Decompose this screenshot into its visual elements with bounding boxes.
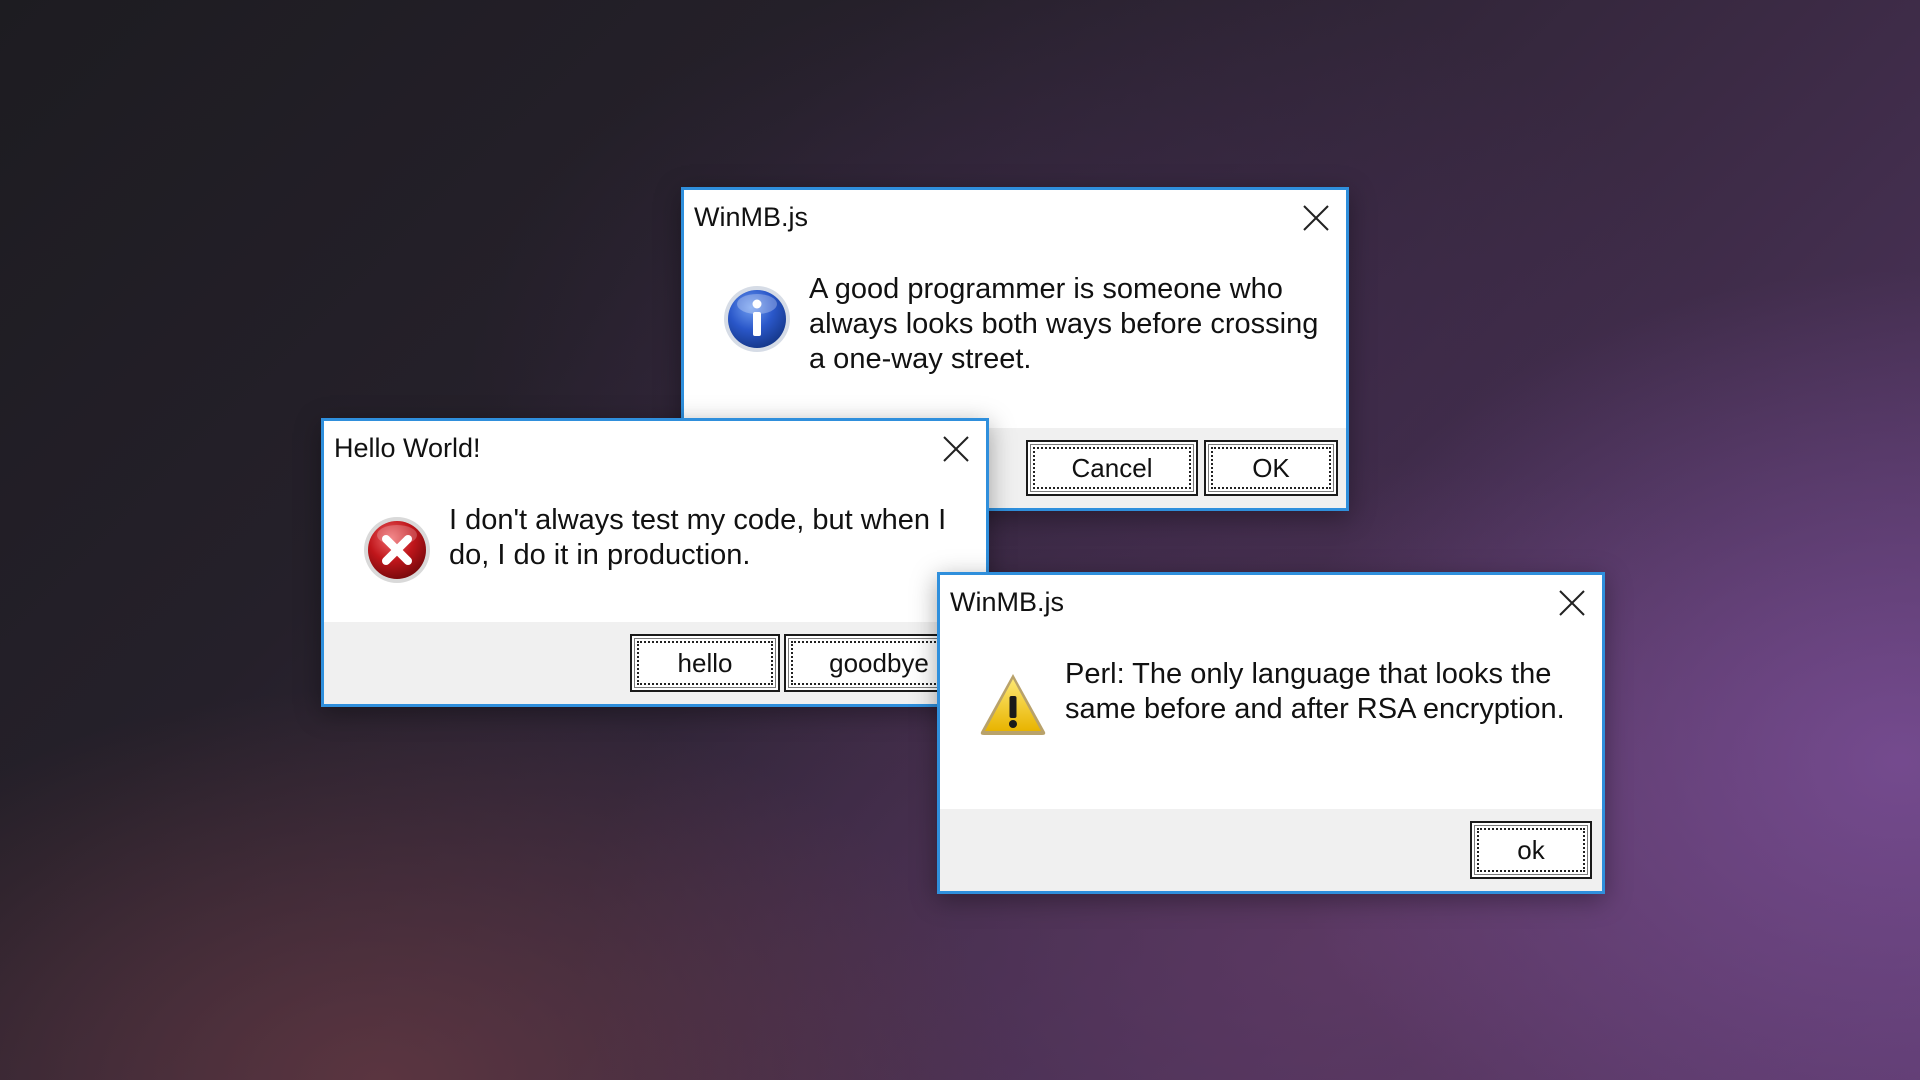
error-dialog-titlebar[interactable]: Hello World! — [324, 421, 986, 479]
warning-dialog-footer: ok — [940, 809, 1602, 891]
close-icon[interactable] — [1556, 587, 1588, 619]
error-dialog-message: I don't always test my code, but when I … — [449, 504, 947, 571]
goodbye-button-label: goodbye — [829, 647, 929, 678]
warning-dialog-title: WinMB.js — [950, 587, 1064, 617]
error-dialog-footer: hello goodbye — [324, 622, 986, 704]
warning-icon — [978, 669, 1048, 739]
warning-dialog: WinMB.js Perl: The only language that lo… — [937, 572, 1605, 894]
hello-button-label: hello — [677, 647, 733, 678]
error-icon — [362, 515, 432, 585]
ok-button[interactable]: ok — [1470, 821, 1592, 879]
warning-dialog-message: Perl: The only language that looks the s… — [1065, 658, 1565, 725]
cancel-button-label: Cancel — [1071, 452, 1153, 483]
info-dialog-message: A good programmer is someone who always … — [809, 273, 1319, 375]
error-dialog: Hello World! I don't always test my code… — [321, 418, 989, 707]
ok-button-label: OK — [1252, 452, 1290, 483]
close-icon[interactable] — [940, 433, 972, 465]
hello-button[interactable]: hello — [630, 634, 780, 692]
info-icon — [722, 284, 792, 354]
info-dialog-title: WinMB.js — [694, 202, 808, 232]
info-dialog-titlebar[interactable]: WinMB.js — [684, 190, 1346, 248]
ok-button-label: ok — [1517, 834, 1545, 865]
error-dialog-title: Hello World! — [334, 433, 481, 463]
close-icon[interactable] — [1300, 202, 1332, 234]
ok-button[interactable]: OK — [1204, 440, 1338, 496]
warning-dialog-titlebar[interactable]: WinMB.js — [940, 575, 1602, 633]
cancel-button[interactable]: Cancel — [1026, 440, 1198, 496]
